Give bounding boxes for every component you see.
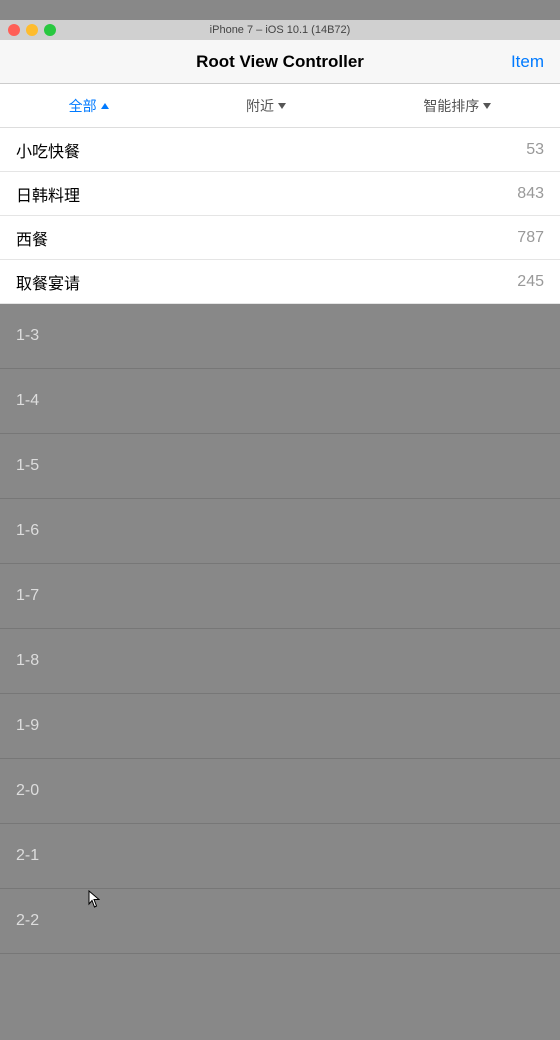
- list-item-label: 1-5: [16, 457, 39, 475]
- list-item[interactable]: 1-6: [0, 499, 560, 564]
- list-item-label: 1-4: [16, 392, 39, 410]
- window-chrome: iPhone 7 – iOS 10.1 (14B72): [0, 20, 560, 40]
- list-item-label: 1-9: [16, 717, 39, 735]
- list-item[interactable]: 1-8: [0, 629, 560, 694]
- category-row[interactable]: 西餐 787: [0, 216, 560, 260]
- filter-nearby[interactable]: 附近: [236, 96, 296, 116]
- list-item-label: 2-1: [16, 847, 39, 865]
- smart-sort-down-icon: [483, 103, 491, 109]
- navigation-bar: Root View Controller Item: [0, 40, 560, 84]
- nav-item-button[interactable]: Item: [511, 52, 544, 72]
- list-item-label: 1-8: [16, 652, 39, 670]
- category-list: 小吃快餐 53 日韩料理 843 西餐 787 取餐宴请 245: [0, 128, 560, 304]
- list-item-label: 1-7: [16, 587, 39, 605]
- maximize-button[interactable]: [44, 24, 56, 36]
- nav-title: Root View Controller: [196, 52, 364, 72]
- category-name: 日韩料理: [16, 182, 80, 206]
- list-item[interactable]: 1-3: [0, 304, 560, 369]
- list-item-label: 2-0: [16, 782, 39, 800]
- category-row[interactable]: 日韩料理 843: [0, 172, 560, 216]
- list-item-label: 1-3: [16, 327, 39, 345]
- filter-nearby-label: 附近: [246, 96, 274, 116]
- filter-smart-label: 智能排序: [423, 96, 479, 116]
- filter-all[interactable]: 全部: [59, 96, 119, 116]
- list-item-label: 2-2: [16, 912, 39, 930]
- category-name: 小吃快餐: [16, 138, 80, 162]
- list-item[interactable]: 1-4: [0, 369, 560, 434]
- list-item[interactable]: 2-2: [0, 889, 560, 954]
- list-item[interactable]: 1-5: [0, 434, 560, 499]
- category-count: 245: [517, 273, 544, 291]
- category-count: 53: [526, 141, 544, 159]
- minimize-button[interactable]: [26, 24, 38, 36]
- category-name: 取餐宴请: [16, 270, 80, 294]
- category-name: 西餐: [16, 226, 48, 250]
- list-item[interactable]: 1-9: [0, 694, 560, 759]
- dark-list: 1-3 1-4 1-5 1-6 1-7 1-8 1-9 2-0 2-1 2-2: [0, 304, 560, 954]
- category-row[interactable]: 小吃快餐 53: [0, 128, 560, 172]
- list-item[interactable]: 2-1: [0, 824, 560, 889]
- window-title: iPhone 7 – iOS 10.1 (14B72): [210, 24, 351, 36]
- category-row[interactable]: 取餐宴请 245: [0, 260, 560, 304]
- list-item[interactable]: 1-7: [0, 564, 560, 629]
- filter-all-label: 全部: [69, 96, 97, 116]
- sort-down-icon: [278, 103, 286, 109]
- filter-smart-sort[interactable]: 智能排序: [413, 96, 501, 116]
- category-count: 843: [517, 185, 544, 203]
- filter-bar: 全部 附近 智能排序: [0, 84, 560, 128]
- sort-up-icon: [101, 103, 109, 109]
- list-item[interactable]: 2-0: [0, 759, 560, 824]
- close-button[interactable]: [8, 24, 20, 36]
- category-count: 787: [517, 229, 544, 247]
- list-item-label: 1-6: [16, 522, 39, 540]
